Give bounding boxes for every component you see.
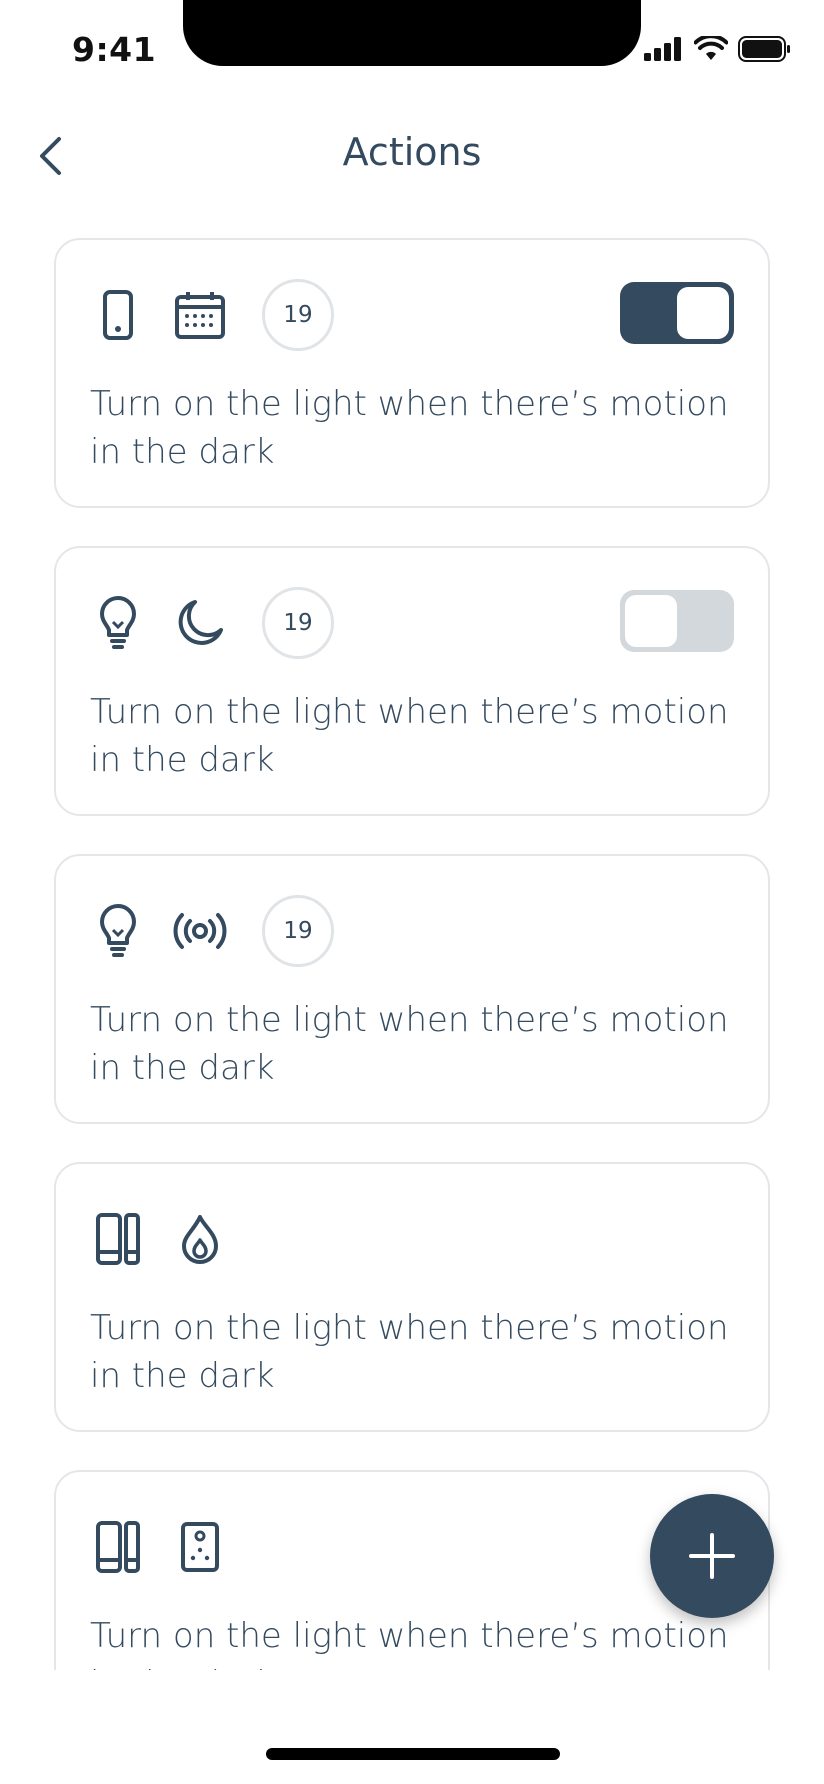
action-toggle[interactable]	[620, 590, 734, 652]
nav-bar: Actions	[0, 110, 824, 200]
card-icons: 19	[90, 278, 334, 352]
count-badge: 19	[262, 587, 334, 659]
action-description: Turn on the light when there’s motion in…	[90, 1616, 729, 1670]
broadcast-icon	[172, 903, 228, 959]
phone-icon	[90, 287, 146, 343]
door-window-sensor-icon	[90, 1211, 146, 1267]
notch	[183, 0, 641, 66]
toggle-knob	[625, 595, 677, 647]
action-description: Turn on the light when there’s motion in…	[90, 1308, 729, 1396]
signal-icon	[644, 37, 681, 61]
action-toggle[interactable]	[620, 282, 734, 344]
wifi-icon	[694, 36, 728, 60]
flame-icon	[172, 1211, 228, 1267]
action-card[interactable]: Turn on the light when there’s motion in…	[54, 1162, 770, 1432]
remote-icon	[172, 1519, 228, 1575]
count-badge: 19	[262, 895, 334, 967]
count-badge: 19	[262, 279, 334, 351]
action-description: Turn on the light when there’s motion in…	[90, 692, 729, 780]
action-card[interactable]: 19 Turn on the light when there’s motion…	[54, 854, 770, 1124]
page-title: Actions	[342, 130, 482, 174]
lightbulb-icon	[90, 903, 146, 959]
moon-icon	[172, 595, 228, 651]
status-time: 9:41	[72, 30, 157, 69]
card-icons	[90, 1202, 228, 1276]
home-indicator	[266, 1748, 560, 1760]
status-bar: 9:41	[0, 0, 824, 96]
status-icons	[644, 36, 792, 62]
lightbulb-icon	[90, 595, 146, 651]
card-icons: 19	[90, 586, 334, 660]
battery-icon	[738, 36, 790, 62]
card-icons	[90, 1510, 228, 1584]
card-icons: 19	[90, 894, 334, 968]
door-window-sensor-icon	[90, 1519, 146, 1575]
add-action-button[interactable]	[650, 1494, 774, 1618]
calendar-icon	[172, 287, 228, 343]
plus-icon	[689, 1533, 735, 1579]
action-card[interactable]: 19 Turn on the light when there’s motion…	[54, 238, 770, 508]
actions-list[interactable]: 19 Turn on the light when there’s motion…	[0, 200, 824, 1670]
action-card[interactable]: 19 Turn on the light when there’s motion…	[54, 546, 770, 816]
action-description: Turn on the light when there’s motion in…	[90, 384, 729, 472]
toggle-knob	[677, 287, 729, 339]
action-description: Turn on the light when there’s motion in…	[90, 1000, 729, 1088]
